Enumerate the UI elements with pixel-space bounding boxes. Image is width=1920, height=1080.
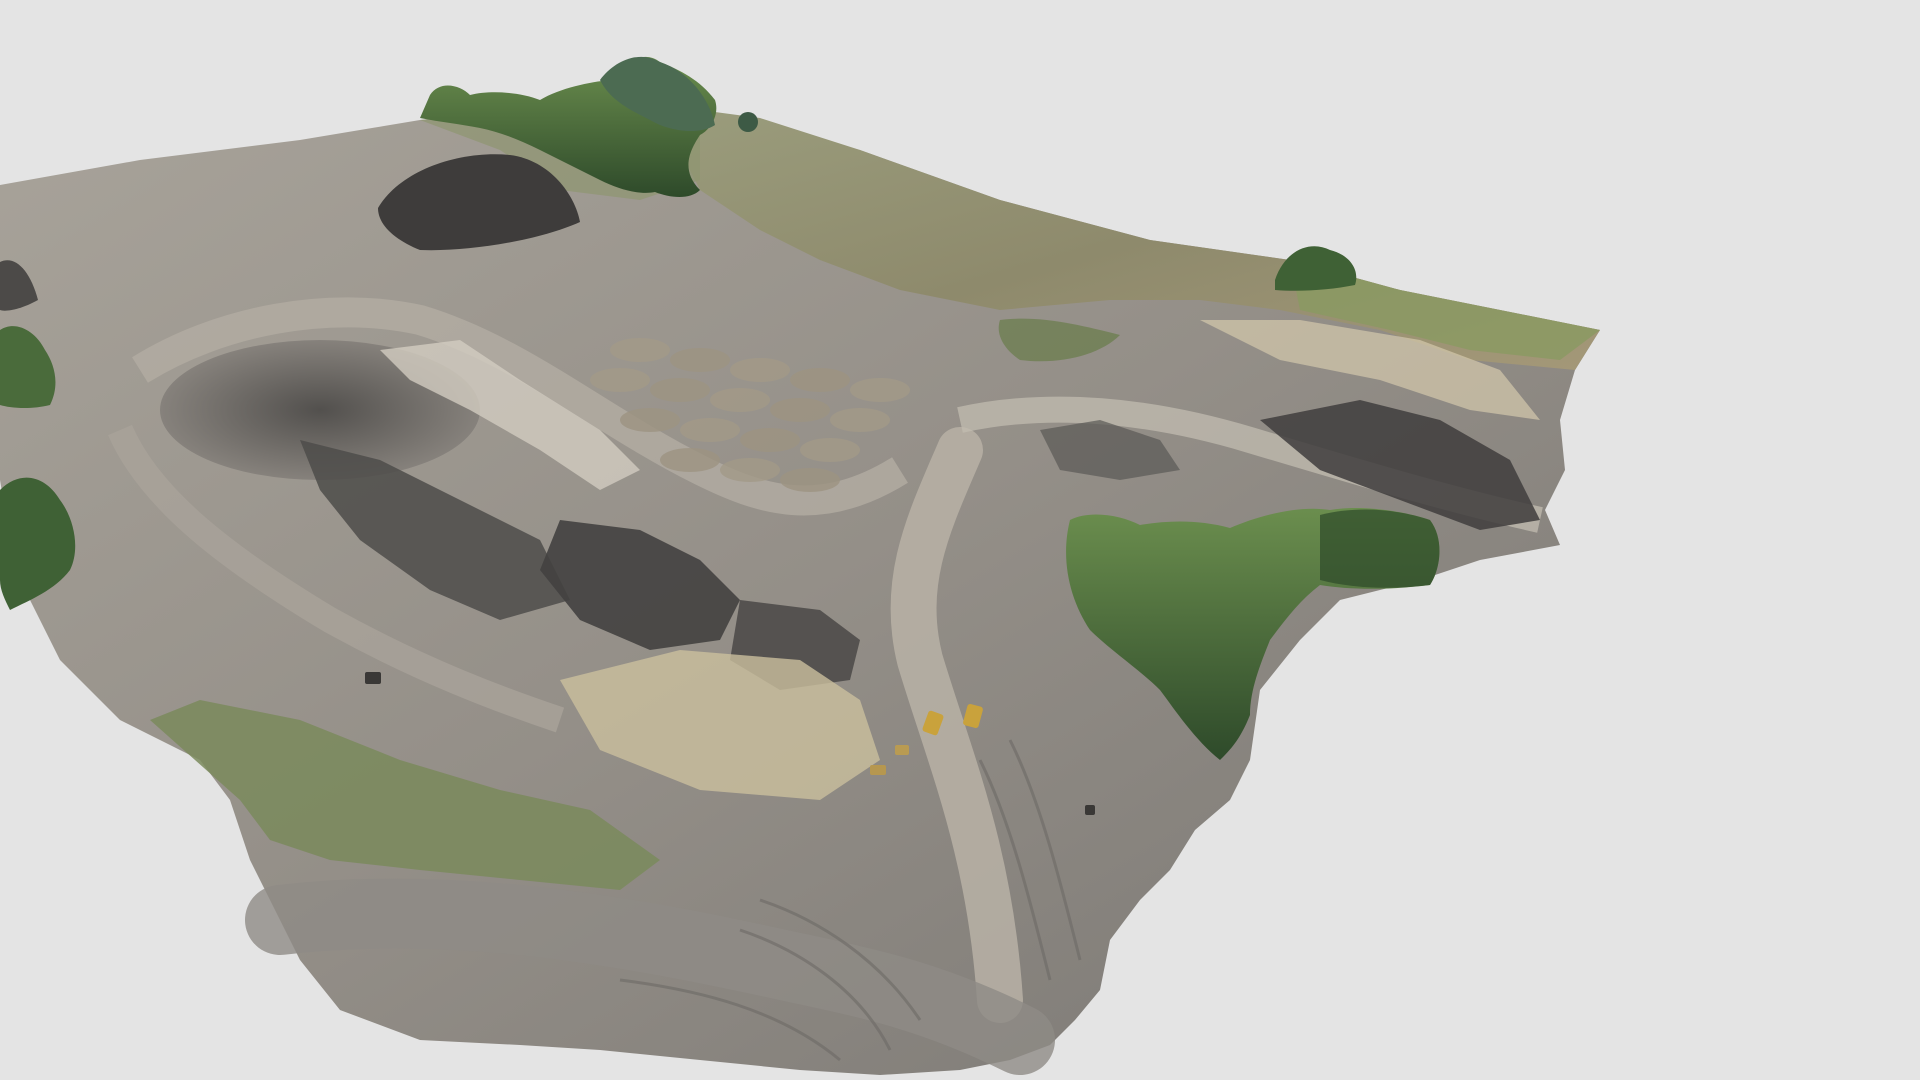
forest-shadow-right bbox=[1320, 509, 1440, 588]
lone-tree-top bbox=[738, 112, 758, 132]
haul-truck-4 bbox=[870, 765, 886, 775]
haul-truck-5 bbox=[1085, 805, 1095, 815]
vehicle-dark-left bbox=[365, 672, 381, 684]
tree-cluster-top-right bbox=[1275, 246, 1357, 291]
haul-truck-3 bbox=[895, 745, 909, 755]
3d-model-viewport[interactable] bbox=[0, 0, 1920, 1080]
